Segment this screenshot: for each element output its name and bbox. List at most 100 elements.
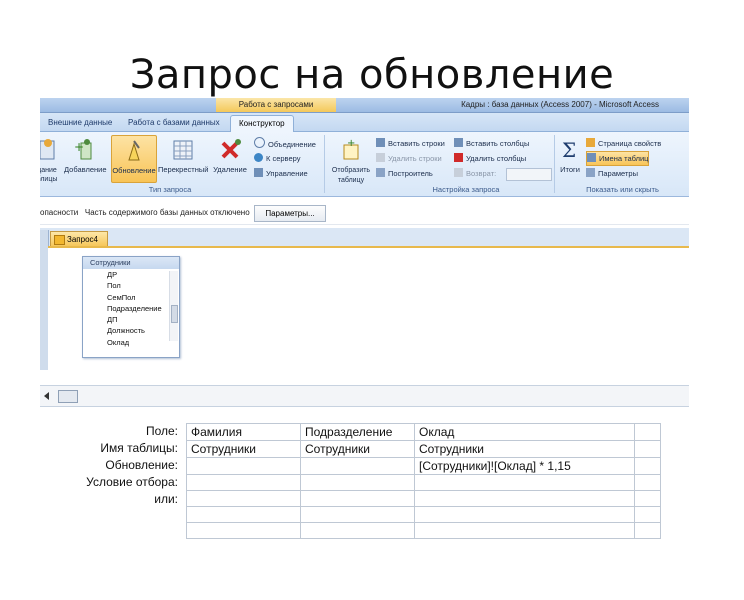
grid-cell[interactable] (634, 506, 661, 523)
pass-through-button[interactable]: К серверу (254, 152, 300, 165)
grid-cell[interactable] (634, 423, 661, 441)
grid-cell[interactable] (186, 506, 301, 523)
delete-columns-icon (454, 153, 463, 162)
delete-rows-button[interactable]: Удалить строки (376, 152, 442, 165)
delete-query-button[interactable]: Удаление (210, 135, 250, 181)
grid-row-or (186, 490, 661, 507)
tab-database-tools[interactable]: Работа с базами данных (120, 115, 228, 131)
group-label-query-setup: Настройка запроса (432, 185, 500, 194)
row-label-table: Имя таблицы: (100, 441, 178, 455)
insert-rows-button[interactable]: Вставить строки (376, 137, 445, 150)
show-table-icon: + (343, 138, 359, 160)
builder-button[interactable]: Построитель (376, 167, 433, 180)
tab-external-data[interactable]: Внешние данные (40, 115, 120, 131)
row-label-criteria: Условие отбора: (86, 475, 178, 489)
field-item[interactable]: Должность (83, 325, 179, 336)
svg-text:+: + (74, 140, 84, 154)
grid-cell[interactable] (300, 506, 415, 523)
grid-cell[interactable] (300, 522, 415, 539)
append-button[interactable]: + Добавление (64, 135, 107, 181)
grid-row-field: Фамилия Подразделение Оклад (186, 423, 661, 441)
table-names-icon (587, 153, 596, 162)
parameters-button[interactable]: Параметры (586, 167, 638, 180)
grid-cell[interactable]: Оклад (414, 423, 635, 441)
grid-cell[interactable] (186, 474, 301, 491)
property-sheet-button[interactable]: Страница свойств (586, 137, 661, 150)
grid-cell[interactable]: Сотрудники (186, 440, 301, 458)
property-sheet-icon (586, 138, 595, 147)
grid-cell[interactable] (414, 490, 635, 507)
grid-cell[interactable] (300, 474, 415, 491)
grid-cell[interactable]: [Сотрудники]![Оклад] * 1,15 (414, 457, 635, 475)
wand-icon (376, 168, 385, 177)
grid-row-labels: Поле: Имя таблицы: Обновление: Условие о… (40, 423, 182, 508)
return-combo[interactable] (506, 168, 552, 181)
field-item[interactable]: СемПол (83, 292, 179, 303)
field-item[interactable]: ДП (83, 314, 179, 325)
scrollbar-thumb[interactable] (171, 305, 178, 323)
totals-button[interactable]: Σ Итоги (556, 135, 584, 181)
scrollbar-thumb[interactable] (58, 390, 78, 403)
field-list-title: Сотрудники (83, 257, 179, 269)
data-definition-button[interactable]: Управление (254, 167, 308, 180)
tab-design[interactable]: Конструктор (230, 115, 294, 132)
grid-cell[interactable]: Подразделение (300, 423, 415, 441)
field-item[interactable]: ДР (83, 269, 179, 280)
field-item[interactable]: Пол (83, 280, 179, 291)
row-label-update: Обновление: (105, 458, 178, 472)
scroll-left-arrow-icon[interactable] (44, 392, 49, 400)
grid-cell[interactable] (634, 474, 661, 491)
append-icon: + (74, 139, 92, 160)
grid-table: Фамилия Подразделение Оклад Сотрудники С… (186, 423, 661, 539)
union-button[interactable]: Объединение (254, 137, 316, 150)
show-table-button[interactable]: + Отобразить таблицу (328, 135, 374, 184)
update-query-button[interactable]: Обновление (111, 135, 157, 183)
parameters-icon (586, 168, 595, 177)
insert-columns-button[interactable]: Вставить столбцы (454, 137, 529, 150)
field-item[interactable]: Оклад (83, 337, 179, 348)
grid-cell[interactable]: Сотрудники (414, 440, 635, 458)
grid-cell[interactable] (414, 506, 635, 523)
grid-cell[interactable]: Фамилия (186, 423, 301, 441)
grid-cell[interactable] (634, 522, 661, 539)
slide-title: Запрос на обновление (129, 52, 615, 98)
delete-columns-button[interactable]: Удалить столбцы (454, 152, 526, 165)
grid-cell[interactable] (634, 457, 661, 475)
pencil-icon (254, 168, 263, 177)
grid-cell[interactable]: Сотрудники (300, 440, 415, 458)
grid-cell[interactable] (186, 522, 301, 539)
splitter (40, 370, 689, 378)
grid-cell[interactable] (300, 457, 415, 475)
grid-row-table: Сотрудники Сотрудники Сотрудники (186, 440, 661, 458)
insert-columns-icon (454, 138, 463, 147)
grid-cell[interactable] (414, 522, 635, 539)
grid-cell[interactable] (186, 490, 301, 507)
globe-icon (254, 153, 263, 162)
grid-cell[interactable] (634, 440, 661, 458)
options-button[interactable]: Параметры... (254, 205, 326, 222)
ribbon: даниеблицы + Добавление Обновление Перек… (40, 132, 689, 197)
sigma-icon: Σ (562, 138, 576, 162)
grid-cell[interactable] (634, 490, 661, 507)
return-label: Возврат: (454, 167, 496, 180)
grid-cell[interactable] (300, 490, 415, 507)
grid-cell[interactable] (414, 474, 635, 491)
app-title: Кадры : база данных (Access 2007) - Micr… (461, 100, 659, 109)
delete-rows-icon (376, 153, 385, 162)
document-tab-query4[interactable]: Запрос4 (50, 231, 108, 246)
field-item[interactable]: Подразделение (83, 303, 179, 314)
group-label-query-type: Тип запроса (148, 185, 192, 194)
horizontal-scrollbar[interactable] (40, 385, 689, 407)
context-tab-query-tools[interactable]: Работа с запросами (216, 98, 336, 112)
table-names-button[interactable]: Имена таблиц (586, 151, 650, 166)
ribbon-tabs: Внешние данные Работа с базами данных Ко… (40, 113, 689, 132)
delete-query-icon (221, 139, 241, 159)
make-table-button[interactable]: даниеблицы (40, 135, 62, 183)
ribbon-separator (554, 135, 555, 193)
grid-cell[interactable] (186, 457, 301, 475)
field-list-scrollbar[interactable] (169, 271, 178, 341)
make-table-icon (40, 139, 55, 160)
row-label-or: или: (154, 492, 178, 506)
crosstab-button[interactable]: Перекрестный (158, 135, 208, 181)
field-list-employees[interactable]: Сотрудники ДР Пол СемПол Подразделение Д… (82, 256, 180, 358)
